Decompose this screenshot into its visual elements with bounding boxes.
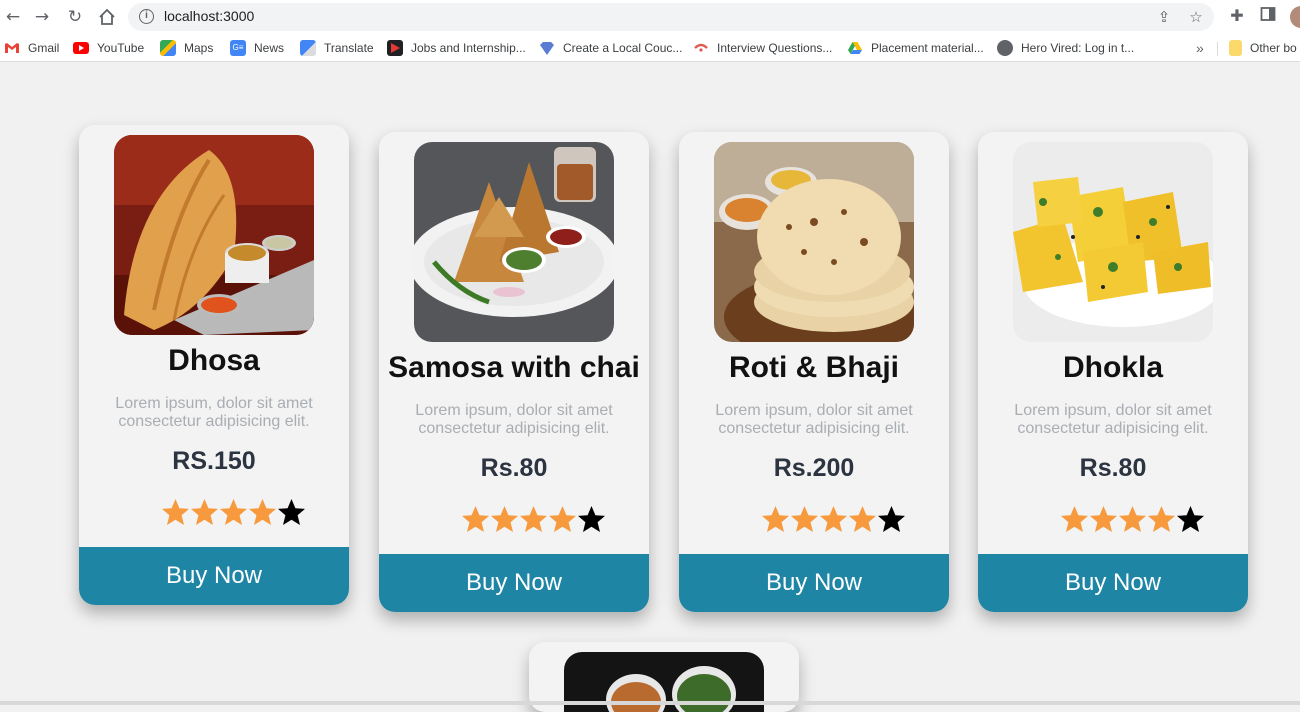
profile-avatar[interactable] — [1290, 6, 1300, 28]
buy-now-button[interactable]: Buy Now — [79, 547, 349, 605]
bookmark-other[interactable]: Other bo — [1229, 39, 1297, 57]
bookmark-label: Jobs and Internship... — [411, 41, 526, 55]
browser-toolbar: ← → ↻ i localhost:3000 ⇪ ☆ ✚ — [0, 0, 1300, 34]
couch-icon — [539, 40, 555, 56]
bookmark-couch[interactable]: Create a Local Couc... — [539, 39, 682, 57]
star-empty-icon — [1177, 506, 1204, 532]
translate-icon — [300, 40, 316, 56]
rating-stars — [761, 504, 906, 536]
side-panel-icon[interactable] — [1258, 6, 1278, 26]
buy-now-button[interactable]: Buy Now — [679, 554, 949, 612]
star-filled-icon — [849, 506, 876, 532]
url-text[interactable]: localhost:3000 — [164, 8, 254, 24]
maps-icon — [160, 40, 176, 56]
drive-icon — [847, 40, 863, 56]
product-price: Rs.80 — [1079, 454, 1147, 482]
product-card: Samosa with chai Lorem ipsum, dolor sit … — [379, 132, 649, 612]
bookmark-maps[interactable]: Maps — [160, 39, 213, 57]
bookmark-label: Other bo — [1250, 41, 1297, 55]
arrow-left-icon[interactable]: ← — [2, 6, 24, 28]
product-title: Dhokla — [1062, 351, 1164, 384]
star-filled-icon — [462, 506, 489, 532]
star-filled-icon — [1119, 506, 1146, 532]
buy-now-button[interactable]: Buy Now — [978, 554, 1248, 612]
star-filled-icon — [791, 506, 818, 532]
star-filled-icon — [162, 499, 189, 525]
rating-stars — [1060, 504, 1205, 536]
bookmark-label: Interview Questions... — [717, 41, 833, 55]
home-icon[interactable] — [96, 6, 118, 28]
arrow-right-icon[interactable]: → — [31, 6, 53, 28]
star-bookmark-icon[interactable]: ☆ — [1187, 8, 1205, 26]
bookmarks-more-button[interactable]: » — [1196, 40, 1204, 56]
share-icon[interactable]: ⇪ — [1155, 8, 1173, 26]
rating-stars — [461, 504, 606, 536]
bookmark-translate[interactable]: Translate — [300, 39, 374, 57]
star-filled-icon — [520, 506, 547, 532]
star-filled-icon — [1090, 506, 1117, 532]
rating-stars — [161, 497, 306, 529]
product-title: Roti & Bhaji — [729, 351, 899, 384]
star-filled-icon — [1148, 506, 1175, 532]
bookmark-hero-vired[interactable]: Hero Vired: Log in t... — [997, 39, 1134, 57]
star-filled-icon — [549, 506, 576, 532]
address-bar[interactable]: i localhost:3000 ⇪ ☆ — [128, 3, 1214, 31]
samosa-with-chai-image — [414, 142, 614, 342]
product-price: Rs.80 — [480, 454, 548, 482]
product-description: Lorem ipsum, dolor sit amet consectetur … — [115, 395, 313, 430]
product-title: Samosa with chai — [388, 351, 640, 384]
dhokla-image — [1013, 142, 1213, 342]
buy-now-button[interactable]: Buy Now — [379, 554, 649, 612]
bookmarks-divider — [1217, 42, 1218, 56]
bookmark-label: YouTube — [97, 41, 145, 55]
star-filled-icon — [491, 506, 518, 532]
bookmark-placement[interactable]: Placement material... — [847, 39, 984, 57]
product-price: Rs.200 — [773, 454, 855, 482]
product-title: Dhosa — [168, 344, 260, 377]
extensions-icon[interactable]: ✚ — [1227, 6, 1247, 26]
product-price: RS.150 — [172, 447, 256, 475]
gmail-icon — [4, 40, 20, 56]
bookmark-label: Translate — [324, 41, 374, 55]
roti-and-bhaji-image — [714, 142, 914, 342]
star-empty-icon — [878, 506, 905, 532]
news-icon: G≡ — [230, 40, 246, 56]
info-icon[interactable]: i — [139, 9, 154, 24]
bookmark-jobs[interactable]: Jobs and Internship... — [387, 39, 526, 57]
star-empty-icon — [578, 506, 605, 532]
bookmark-label: Create a Local Couc... — [563, 41, 683, 55]
youtube-icon — [73, 42, 89, 54]
star-empty-icon — [278, 499, 305, 525]
product-description: Lorem ipsum, dolor sit amet consectetur … — [715, 402, 913, 437]
bookmarks-bar: Gmail YouTube Maps G≡ News Translate Job… — [0, 34, 1300, 62]
globe-icon — [997, 40, 1013, 56]
product-card: Dhokla Lorem ipsum, dolor sit amet conse… — [978, 132, 1248, 612]
reload-icon[interactable]: ↻ — [64, 6, 86, 28]
star-filled-icon — [191, 499, 218, 525]
horizontal-scrollbar[interactable] — [0, 701, 1300, 705]
dhosa-image — [114, 135, 314, 335]
product-description: Lorem ipsum, dolor sit amet consectetur … — [415, 402, 613, 437]
bookmark-label: Hero Vired: Log in t... — [1021, 41, 1135, 55]
bookmark-interview[interactable]: Interview Questions... — [693, 39, 832, 57]
jobs-icon — [387, 40, 403, 56]
star-filled-icon — [762, 506, 789, 532]
star-filled-icon — [249, 499, 276, 525]
bookmark-label: News — [254, 41, 285, 55]
bookmark-label: Maps — [184, 41, 214, 55]
bookmark-gmail[interactable]: Gmail — [4, 39, 59, 57]
star-filled-icon — [220, 499, 247, 525]
bookmark-youtube[interactable]: YouTube — [73, 39, 144, 57]
product-card: Dhosa Lorem ipsum, dolor sit amet consec… — [79, 125, 349, 605]
bookmark-label: Placement material... — [871, 41, 984, 55]
interview-icon — [693, 40, 709, 56]
product-description: Lorem ipsum, dolor sit amet consectetur … — [1014, 402, 1212, 437]
bookmark-label: Gmail — [28, 41, 60, 55]
star-filled-icon — [820, 506, 847, 532]
product-card: Roti & Bhaji Lorem ipsum, dolor sit amet… — [679, 132, 949, 612]
bookmark-news[interactable]: G≡ News — [230, 39, 284, 57]
star-filled-icon — [1061, 506, 1088, 532]
folder-icon — [1229, 40, 1242, 56]
